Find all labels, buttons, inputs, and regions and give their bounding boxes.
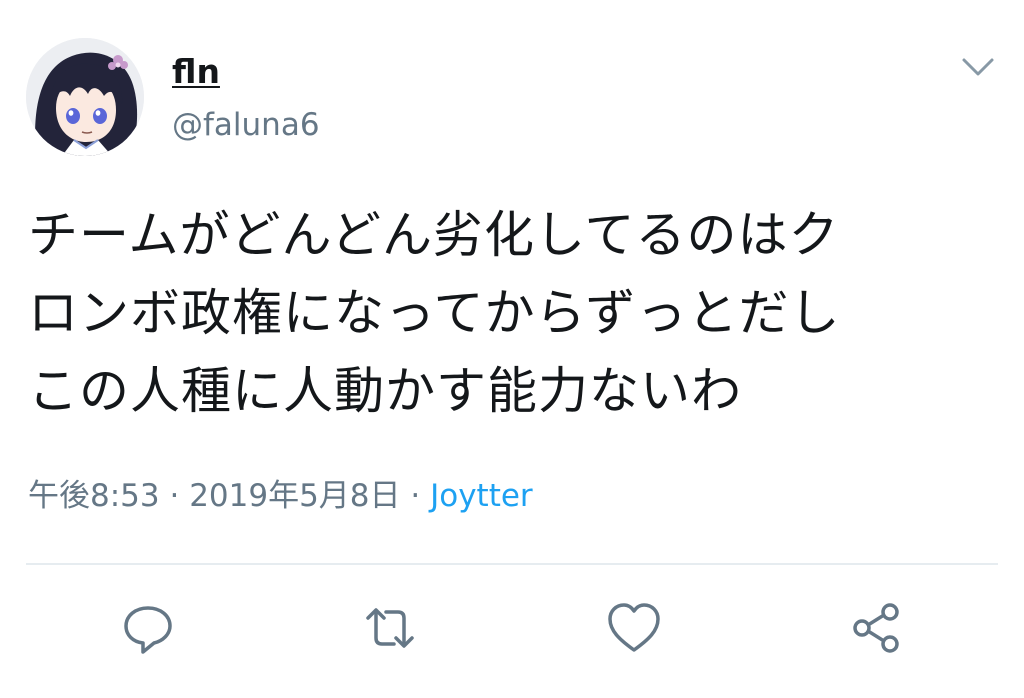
tweet-date[interactable]: 2019年5月8日 bbox=[189, 478, 400, 514]
tweet-card: fln @faluna6 チームがどんどん劣化してるのはク ロンボ政権になってか… bbox=[0, 0, 1024, 698]
reply-icon bbox=[124, 606, 172, 654]
tweet-text-line: この人種に人動かす能力ないわ bbox=[28, 362, 742, 420]
meta-separator: · bbox=[159, 478, 190, 514]
share-button[interactable] bbox=[846, 598, 906, 658]
meta-separator: · bbox=[400, 478, 431, 514]
heart-icon bbox=[608, 603, 660, 652]
avatar-image bbox=[26, 38, 144, 156]
chevron-down-icon[interactable] bbox=[958, 50, 998, 84]
tweet-time[interactable]: 午後8:53 bbox=[28, 478, 160, 514]
tweet-text-line: チームがどんどん劣化してるのはク bbox=[28, 206, 840, 264]
user-display-name[interactable]: fln bbox=[172, 52, 220, 92]
tweet-text: チームがどんどん劣化してるのはク ロンボ政権になってからずっとだし この人種に人… bbox=[28, 196, 998, 430]
retweet-icon bbox=[366, 608, 414, 648]
tweet-meta: 午後8:53 · 2019年5月8日 · Joytter bbox=[28, 474, 533, 518]
like-button[interactable] bbox=[604, 598, 664, 658]
tweet-text-line: ロンボ政権になってからずっとだし bbox=[28, 284, 841, 342]
tweet-client-link[interactable]: Joytter bbox=[430, 478, 533, 514]
avatar[interactable] bbox=[26, 38, 144, 156]
retweet-button[interactable] bbox=[360, 598, 420, 658]
share-icon bbox=[853, 603, 899, 653]
user-handle[interactable]: @faluna6 bbox=[172, 106, 320, 144]
reply-button[interactable] bbox=[118, 598, 178, 658]
divider bbox=[26, 563, 998, 565]
